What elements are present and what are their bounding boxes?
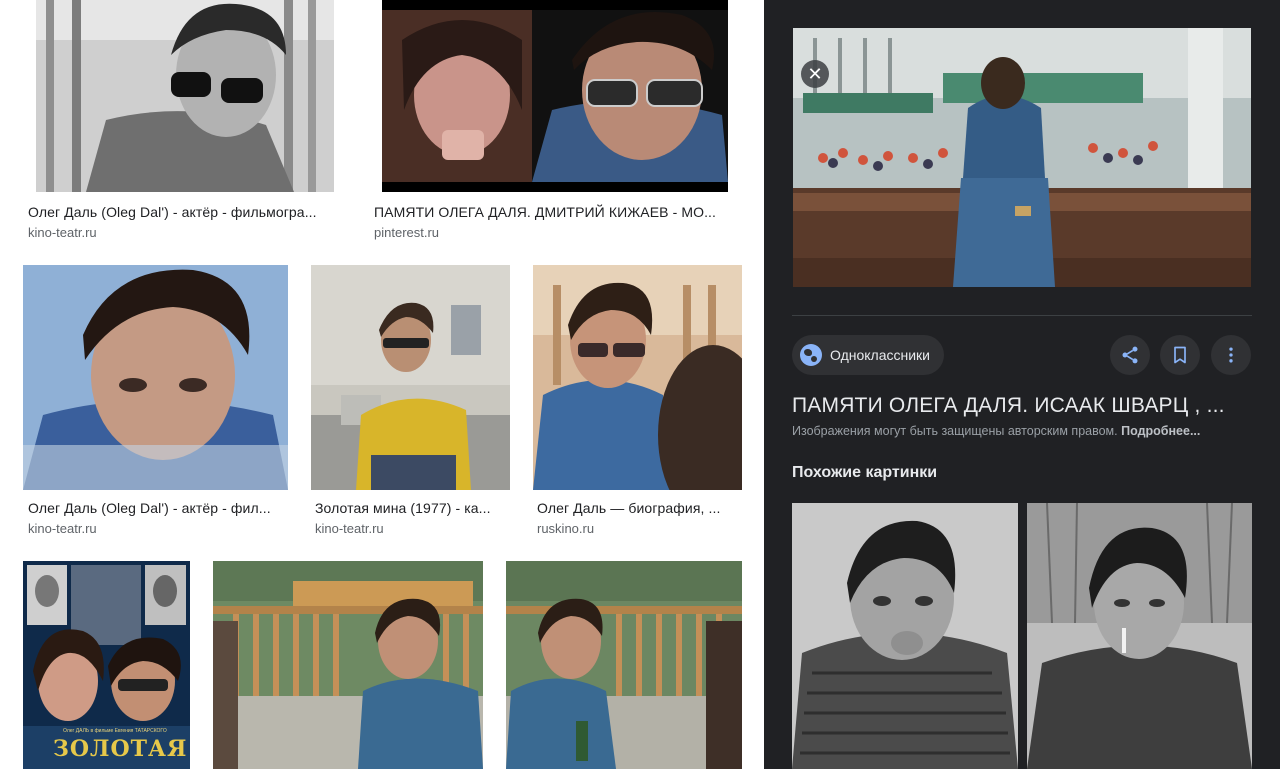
globe-icon [800, 344, 822, 366]
source-link[interactable]: Одноклассники [792, 335, 945, 375]
more-options-button[interactable] [1211, 335, 1251, 375]
result-thumbnail[interactable] [382, 0, 728, 192]
share-icon [1122, 346, 1138, 364]
learn-more-link[interactable]: Подробнее... [1121, 424, 1200, 438]
result-thumbnail[interactable]: Олег ДАЛЬ в фильме Евгения ТАТАРСКОГО ЗО… [23, 561, 190, 769]
result-site: kino-teatr.ru [28, 521, 97, 536]
result-thumbnail[interactable] [213, 561, 483, 769]
similar-image[interactable] [792, 503, 1018, 769]
result-title[interactable]: Олег Даль — биография, ... [537, 500, 737, 516]
preview-image[interactable] [793, 28, 1251, 287]
result-thumbnail[interactable] [23, 265, 288, 490]
more-vert-icon [1229, 347, 1233, 363]
close-icon[interactable]: ✕ [801, 60, 829, 88]
result-thumbnail[interactable] [311, 265, 510, 490]
result-title[interactable]: Олег Даль (Oleg Dal') - актёр - фильмогр… [28, 204, 340, 220]
share-button[interactable] [1110, 335, 1150, 375]
result-site: kino-teatr.ru [315, 521, 384, 536]
result-thumbnail[interactable] [506, 561, 742, 769]
similar-image[interactable] [1027, 503, 1252, 769]
copyright-text: Изображения могут быть защищены авторски… [792, 424, 1118, 438]
image-preview-panel: ✕ Одноклассники ПАМЯТИ ОЛЕГА ДАЛЯ. ИСААК… [764, 0, 1280, 769]
result-site: ruskino.ru [537, 521, 595, 536]
preview-title[interactable]: ПАМЯТИ ОЛЕГА ДАЛЯ. ИСААК ШВАРЦ , ... [792, 394, 1252, 418]
result-title[interactable]: Олег Даль (Oleg Dal') - актёр - фил... [28, 500, 284, 516]
panel-divider [792, 315, 1252, 316]
similar-images-heading: Похожие картинки [792, 464, 938, 481]
source-label: Одноклассники [830, 347, 931, 363]
copyright-notice: Изображения могут быть защищены авторски… [792, 424, 1252, 438]
result-title[interactable]: ПАМЯТИ ОЛЕГА ДАЛЯ. ДМИТРИЙ КИЖАЕВ - МО..… [374, 204, 736, 220]
result-site: kino-teatr.ru [28, 225, 97, 240]
result-site: pinterest.ru [374, 225, 440, 240]
save-button[interactable] [1160, 335, 1200, 375]
image-results-grid: Олег Даль (Oleg Dal') - актёр - фильмогр… [0, 0, 762, 769]
bookmark-icon [1174, 346, 1186, 364]
poster-title: ЗОЛОТАЯ МИНА [53, 736, 190, 762]
result-thumbnail[interactable] [36, 0, 334, 192]
result-thumbnail[interactable] [533, 265, 742, 490]
poster-credit: Олег ДАЛЬ в фильме Евгения ТАТАРСКОГО [63, 728, 167, 734]
result-title[interactable]: Золотая мина (1977) - ка... [315, 500, 507, 516]
